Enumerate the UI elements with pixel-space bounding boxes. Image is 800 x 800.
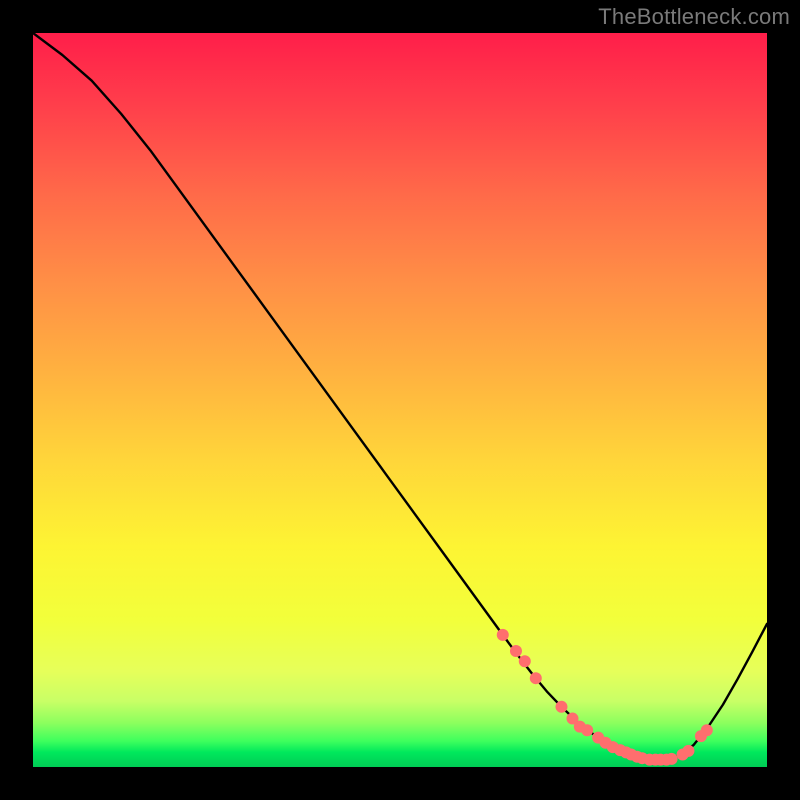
highlight-dot [555,701,567,713]
bottleneck-curve [33,33,767,760]
chart-frame: TheBottleneck.com [0,0,800,800]
plot-area [33,33,767,767]
highlight-dot [519,655,531,667]
highlight-dot [581,724,593,736]
highlight-dot [497,629,509,641]
watermark-text: TheBottleneck.com [598,4,790,30]
highlight-dot [666,753,678,765]
highlight-dot [530,672,542,684]
highlight-dot [682,745,694,757]
chart-svg [33,33,767,767]
highlight-dot [510,645,522,657]
highlight-dot [701,724,713,736]
highlight-dots [497,629,713,766]
